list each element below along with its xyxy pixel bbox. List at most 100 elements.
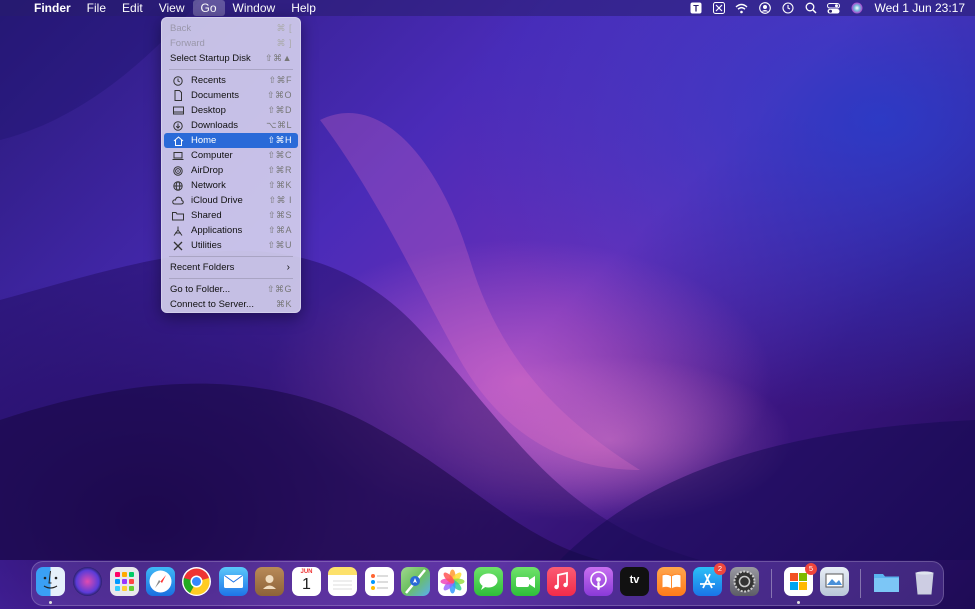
microsoft-office-icon[interactable]: 5 [784,563,817,596]
menu-file[interactable]: File [79,0,114,16]
menu-item-downloads[interactable]: Downloads ⌥⌘L [164,118,298,133]
trash-icon[interactable] [910,567,939,596]
apple-tv-icon[interactable]: tv [620,567,649,596]
wallpaper [0,0,975,560]
menu-item-label: Go to Folder... [170,284,231,295]
apple-tv-label: tv [629,574,640,586]
music-icon[interactable] [547,567,576,596]
menu-item-recent-folders[interactable]: Recent Folders › [164,260,298,275]
menu-item-shortcut: ⌘K [275,299,292,309]
chrome-icon[interactable] [182,567,211,596]
menu-item-shortcut: ⇧⌘G [266,284,292,294]
menu-item-label: Recent Folders [170,262,235,273]
menu-item-shortcut: ⇧⌘F [268,75,292,85]
reminders-icon[interactable] [365,567,394,596]
menu-separator [169,256,293,257]
menu-item-shortcut: ⌥⌘L [266,120,292,130]
menu-window[interactable]: Window [225,0,284,16]
cloud-icon [171,195,185,207]
facetime-icon[interactable] [511,567,540,596]
menu-item-shortcut: ⇧⌘R [267,165,292,175]
menu-item-label: Connect to Server... [170,299,254,310]
launchpad-icon[interactable] [110,567,139,596]
menu-item-label: iCloud Drive [191,195,243,206]
menu-edit[interactable]: Edit [114,0,151,16]
messages-icon[interactable] [474,567,503,596]
menu-item-connect-to-server[interactable]: Connect to Server... ⌘K [164,297,298,312]
menu-item-network[interactable]: Network ⇧⌘K [164,178,298,193]
system-preferences-icon[interactable] [730,567,759,596]
menu-item-label: Utilities [191,240,222,251]
menu-item-shortcut: ⌘ ] [276,38,292,48]
menu-item-shortcut: ⇧⌘K [267,180,292,190]
photos-icon[interactable] [438,567,467,596]
menu-item-shortcut: ⇧⌘A [267,225,292,235]
menu-item-icloud-drive[interactable]: iCloud Drive ⇧⌘ I [164,193,298,208]
finder-icon[interactable] [36,567,65,596]
menu-help[interactable]: Help [283,0,324,16]
menu-separator [169,69,293,70]
time-machine-icon[interactable] [776,0,799,16]
menu-bar: Finder File Edit View Go Window Help T W… [0,0,975,16]
menu-item-recents[interactable]: Recents ⇧⌘F [164,73,298,88]
calendar-day: 1 [302,576,311,593]
menu-item-utilities[interactable]: Utilities ⇧⌘U [164,238,298,253]
menu-item-shortcut: ⌘ [ [276,23,292,33]
control-center-icon[interactable] [822,0,845,16]
svg-text:T: T [693,4,699,14]
menu-item-back[interactable]: Back ⌘ [ [164,21,298,36]
chevron-right-icon: › [286,262,290,273]
calendar-icon[interactable]: JUN 1 [292,567,321,596]
desktop-icon [171,105,185,117]
menu-item-label: Desktop [191,105,226,116]
spotlight-search-icon[interactable] [799,0,822,16]
menu-item-select-startup-disk[interactable]: Select Startup Disk ⇧⌘▲ [164,51,298,66]
download-icon [171,120,185,132]
folder-icon[interactable] [872,567,901,596]
app-menu-finder[interactable]: Finder [26,0,79,16]
menu-item-airdrop[interactable]: AirDrop ⇧⌘R [164,163,298,178]
siri-icon[interactable] [845,0,868,16]
menu-item-label: Select Startup Disk [170,53,251,64]
menu-item-forward[interactable]: Forward ⌘ ] [164,36,298,51]
notes-icon[interactable] [328,567,357,596]
menu-item-shortcut: ⇧⌘▲ [265,53,292,63]
menu-item-applications[interactable]: Applications ⇧⌘A [164,223,298,238]
dock-separator [860,569,861,598]
menu-go[interactable]: Go [192,0,225,16]
menu-item-label: Network [191,180,226,191]
home-icon [171,135,185,147]
notification-badge: 2 [714,563,726,575]
menu-item-shortcut: ⇧⌘U [267,240,292,250]
preview-icon[interactable] [820,567,849,596]
menu-bar-clock[interactable]: Wed 1 Jun 23:17 [868,1,965,15]
safari-icon[interactable] [146,567,175,596]
menu-item-desktop[interactable]: Desktop ⇧⌘D [164,103,298,118]
menu-item-documents[interactable]: Documents ⇧⌘O [164,88,298,103]
wifi-icon[interactable] [730,0,753,16]
books-icon[interactable] [657,567,686,596]
translate-icon[interactable] [707,0,730,16]
menu-item-shortcut: ⇧⌘S [267,210,292,220]
menu-item-go-to-folder[interactable]: Go to Folder... ⇧⌘G [164,282,298,297]
menu-item-home[interactable]: Home ⇧⌘H [164,133,298,148]
menu-item-shortcut: ⇧⌘H [267,135,292,145]
user-account-icon[interactable] [753,0,776,16]
menu-separator [169,278,293,279]
utilities-icon [171,240,185,252]
document-icon [171,90,185,102]
menu-item-label: Back [170,23,192,34]
menu-item-computer[interactable]: Computer ⇧⌘C [164,148,298,163]
app-store-icon[interactable]: 2 [693,563,726,596]
siri-app-icon[interactable] [73,567,102,596]
menu-item-label: Documents [191,90,240,101]
podcasts-icon[interactable] [584,567,613,596]
menu-item-shortcut: ⇧⌘C [267,150,292,160]
menu-item-label: Forward [170,38,205,49]
menu-item-shared[interactable]: Shared ⇧⌘S [164,208,298,223]
menu-view[interactable]: View [151,0,193,16]
mail-icon[interactable] [219,567,248,596]
contacts-icon[interactable] [255,567,284,596]
text-input-icon[interactable]: T [684,0,707,16]
maps-icon[interactable] [401,567,430,596]
